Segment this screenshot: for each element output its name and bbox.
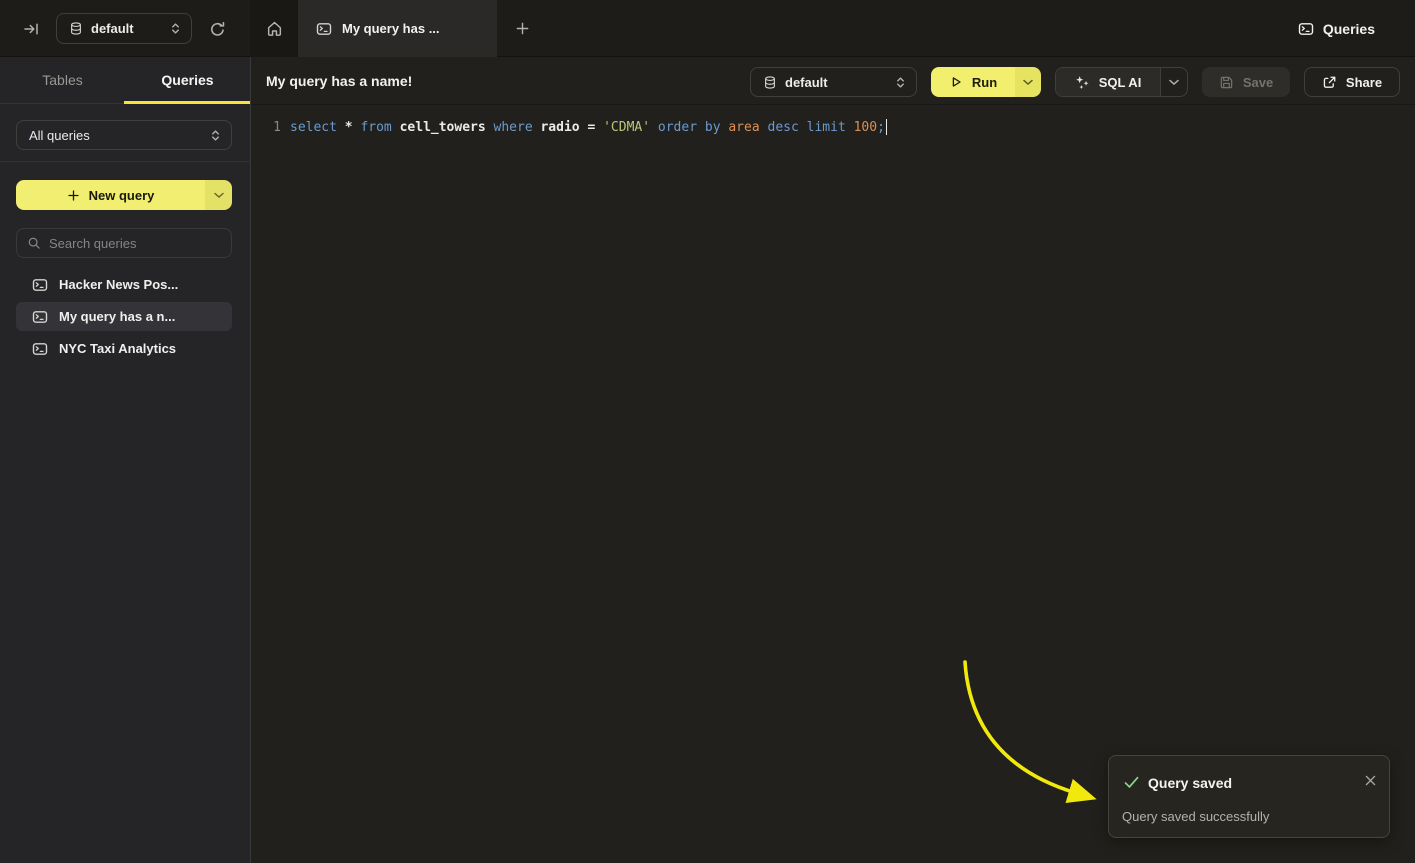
sql-ai-button-group: SQL AI: [1055, 67, 1188, 97]
sidebar-divider: [0, 161, 250, 162]
refresh-icon[interactable]: [205, 18, 229, 40]
main-header: My query has a name! default: [251, 57, 1415, 105]
play-icon: [949, 75, 963, 89]
run-button-group: Run: [931, 67, 1041, 97]
run-label: Run: [972, 75, 997, 90]
sql-token: select: [290, 120, 345, 135]
sidebar-tab-queries[interactable]: Queries: [125, 57, 250, 103]
toast-title: Query saved: [1148, 775, 1232, 791]
share-label: Share: [1346, 75, 1382, 90]
sql-token: where: [494, 120, 541, 135]
chevron-updown-icon: [210, 128, 221, 143]
topbar-database-value: default: [91, 21, 162, 36]
sql-code: select * from cell_towers where radio = …: [290, 119, 887, 135]
query-list-item-my-query[interactable]: My query has a n...: [16, 302, 232, 331]
query-list-item-nyc-taxi[interactable]: NYC Taxi Analytics: [16, 334, 232, 363]
sql-token: from: [360, 120, 399, 135]
topbar: default: [0, 0, 1415, 57]
topbar-database-selector[interactable]: default: [56, 13, 192, 44]
toast-message: Query saved successfully: [1122, 809, 1269, 824]
collapse-sidebar-icon[interactable]: [20, 19, 42, 39]
text-cursor: [886, 119, 888, 135]
check-icon: [1124, 776, 1139, 789]
active-tab-underline: [124, 101, 250, 104]
query-terminal-icon: [32, 341, 48, 357]
topbar-queries-label: Queries: [1323, 21, 1375, 37]
query-item-label: Hacker News Pos...: [59, 277, 178, 292]
sql-token: 'CDMA': [603, 120, 658, 135]
sql-token: 100: [854, 120, 877, 135]
sql-token: cell_towers: [400, 120, 494, 135]
sql-token: area: [728, 120, 767, 135]
sql-token: limit: [807, 120, 854, 135]
new-query-button[interactable]: New query: [16, 180, 232, 210]
code-line: 1 select * from cell_towers where radio …: [251, 117, 887, 137]
sql-editor[interactable]: 1 select * from cell_towers where radio …: [251, 105, 1415, 863]
sidebar: Tables Queries All queries: [0, 57, 250, 863]
run-dropdown[interactable]: [1015, 67, 1041, 97]
query-filter-select[interactable]: All queries: [16, 120, 232, 150]
close-icon[interactable]: [1365, 775, 1376, 786]
page-title: My query has a name!: [266, 57, 412, 105]
tab-queries-label: Queries: [161, 72, 213, 88]
chevron-down-icon: [214, 192, 224, 199]
editor-database-selector[interactable]: default: [750, 67, 917, 97]
sparkles-icon: [1075, 75, 1090, 90]
chevron-down-icon: [1023, 79, 1033, 86]
sql-token: order by: [658, 120, 728, 135]
query-item-label: My query has a n...: [59, 309, 175, 324]
query-terminal-icon: [316, 21, 332, 37]
save-icon: [1219, 75, 1234, 90]
editor-database-value: default: [785, 75, 887, 90]
sql-ai-dropdown[interactable]: [1161, 79, 1187, 86]
new-query-main[interactable]: New query: [16, 180, 205, 210]
tab-tables-label: Tables: [42, 72, 82, 88]
sql-ai-label: SQL AI: [1099, 75, 1142, 90]
new-query-dropdown[interactable]: [205, 180, 232, 210]
sql-ai-button[interactable]: SQL AI: [1056, 68, 1161, 96]
sql-token: desc: [768, 120, 807, 135]
sidebar-tab-tables[interactable]: Tables: [0, 57, 125, 103]
database-icon: [69, 21, 83, 36]
plus-icon: [67, 189, 80, 202]
toast-query-saved: Query saved Query saved successfully: [1108, 755, 1390, 838]
line-number: 1: [251, 120, 281, 135]
database-icon: [763, 75, 777, 90]
chevron-down-icon: [1169, 79, 1179, 86]
sidebar-tabs: Tables Queries: [0, 57, 250, 104]
sql-token: =: [587, 120, 603, 135]
search-icon: [27, 236, 41, 250]
home-button[interactable]: [250, 0, 298, 57]
query-terminal-icon: [32, 277, 48, 293]
chevron-updown-icon: [895, 75, 906, 90]
tab-label: My query has ...: [342, 21, 440, 36]
query-terminal-icon: [32, 309, 48, 325]
new-tab-plus-icon[interactable]: [511, 18, 533, 39]
sql-token: *: [345, 120, 361, 135]
chevron-updown-icon: [170, 21, 181, 36]
home-icon: [266, 20, 283, 37]
query-terminal-icon: [1298, 21, 1314, 37]
save-button[interactable]: Save: [1202, 67, 1290, 97]
sql-console-app: default: [0, 0, 1415, 863]
sql-token: radio: [540, 120, 587, 135]
tab-my-query[interactable]: My query has ...: [298, 0, 497, 57]
sql-token: ;: [877, 120, 885, 135]
topbar-queries-indicator[interactable]: Queries: [1298, 0, 1375, 57]
new-query-label: New query: [89, 188, 155, 203]
save-label: Save: [1243, 75, 1273, 90]
query-list-item-hacker-news[interactable]: Hacker News Pos...: [16, 270, 232, 299]
share-icon: [1322, 75, 1337, 90]
share-button[interactable]: Share: [1304, 67, 1400, 97]
query-search: [16, 228, 232, 258]
query-filter-value: All queries: [29, 128, 210, 143]
query-item-label: NYC Taxi Analytics: [59, 341, 176, 356]
main-panel: My query has a name! default: [251, 57, 1415, 863]
search-input[interactable]: [49, 236, 225, 251]
run-button[interactable]: Run: [931, 67, 1015, 97]
